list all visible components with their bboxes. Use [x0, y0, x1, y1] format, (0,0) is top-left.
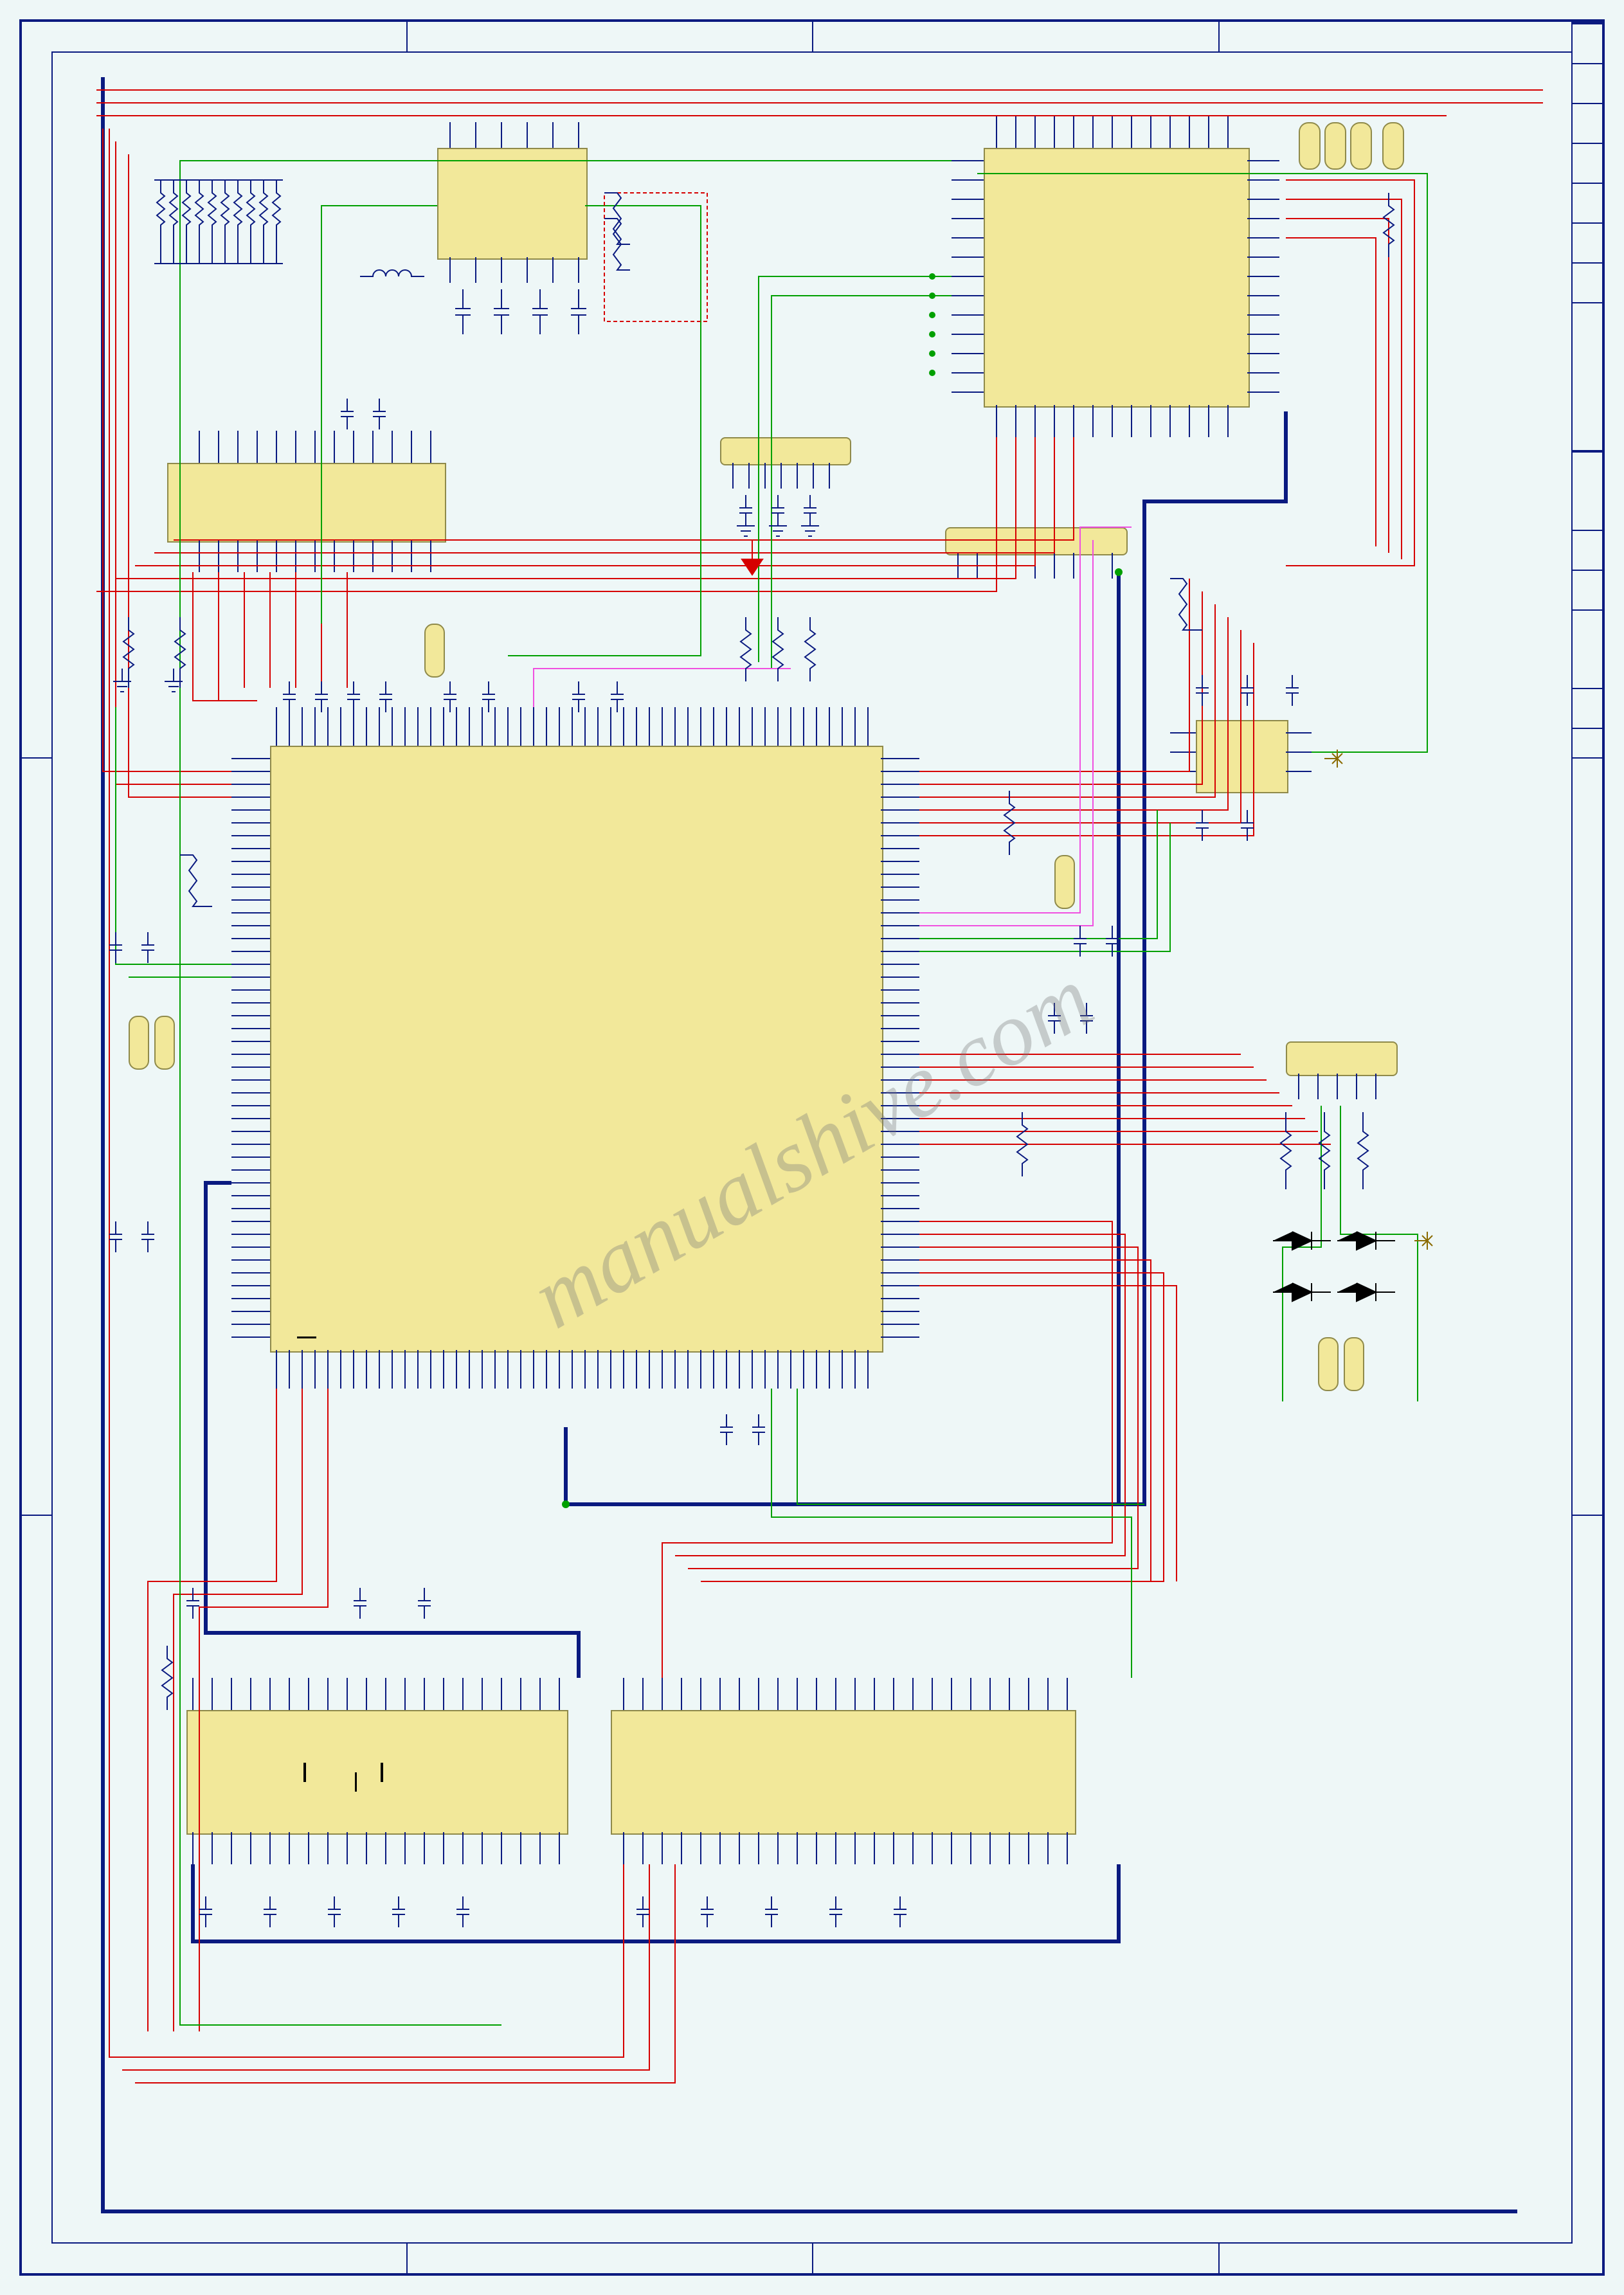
- schematic-nets: [0, 0, 1624, 2295]
- schematic-page: manualshive.com: [0, 0, 1624, 2295]
